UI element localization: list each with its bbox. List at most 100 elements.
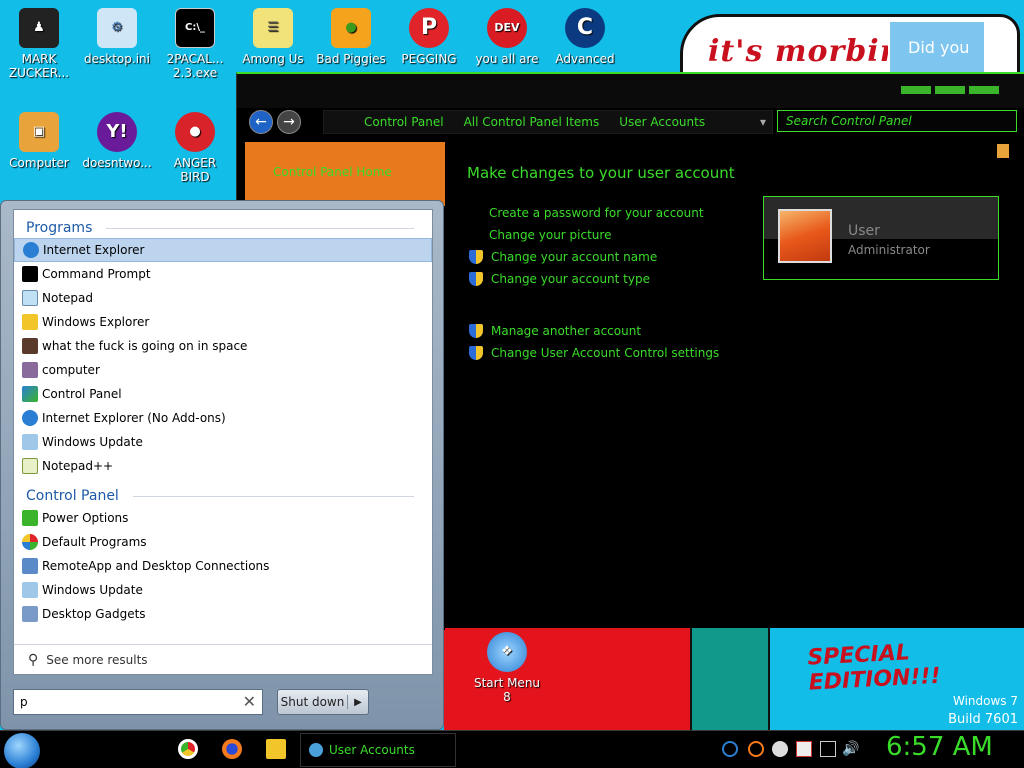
desktop-icon-you-all-are[interactable]: DEV you all are bbox=[470, 8, 544, 66]
network-icon[interactable] bbox=[820, 741, 836, 757]
desktop-icon-start-menu-8[interactable]: ❖ Start Menu 8 bbox=[470, 632, 544, 704]
desktop-icon-advanced[interactable]: C Advanced bbox=[548, 8, 622, 66]
clear-search-icon[interactable]: ✕ bbox=[243, 692, 256, 711]
pig-icon: ● bbox=[331, 8, 371, 48]
chevron-right-icon[interactable]: ▶ bbox=[348, 697, 368, 708]
help-icon[interactable] bbox=[997, 144, 1009, 158]
action-center-icon[interactable] bbox=[796, 741, 812, 757]
desktop-icon-among-us[interactable]: ☰ Among Us bbox=[236, 8, 310, 66]
desktop-icon-computer[interactable]: ▣ Computer bbox=[2, 112, 76, 170]
breadcrumb-control-panel[interactable]: Control Panel bbox=[364, 115, 444, 129]
see-more-results-link[interactable]: ⚲ See more results bbox=[14, 644, 432, 674]
folder-icon[interactable] bbox=[266, 739, 286, 759]
wallpaper-didyou: Did you bbox=[888, 20, 986, 78]
cp-item-power-options[interactable]: Power Options bbox=[14, 506, 432, 530]
search-icon[interactable] bbox=[748, 741, 764, 757]
image-icon bbox=[22, 362, 38, 378]
c-logo-icon[interactable] bbox=[722, 741, 738, 757]
shield-icon bbox=[469, 250, 483, 264]
program-item-ie-no-addons[interactable]: Internet Explorer (No Add-ons) bbox=[14, 406, 432, 430]
taskbar: User Accounts 🔊 6:57 AM bbox=[0, 730, 1024, 768]
messenger-icon[interactable] bbox=[772, 741, 788, 757]
chrome-icon[interactable] bbox=[178, 739, 198, 759]
link-change-name[interactable]: Change your account name bbox=[467, 246, 735, 268]
program-item-space[interactable]: what the fuck is going on in space bbox=[14, 334, 432, 358]
clock[interactable]: 6:57 AM bbox=[886, 732, 993, 762]
firefox-icon[interactable] bbox=[222, 739, 242, 759]
start-button[interactable] bbox=[4, 733, 40, 768]
control-panel-icon bbox=[22, 386, 38, 402]
link-change-picture[interactable]: Change your picture bbox=[467, 224, 735, 246]
program-item-command-prompt[interactable]: Command Prompt bbox=[14, 262, 432, 286]
users-icon bbox=[309, 743, 323, 757]
default-programs-icon bbox=[22, 534, 38, 550]
program-item-windows-update[interactable]: Windows Update bbox=[14, 430, 432, 454]
internet-explorer-icon bbox=[22, 410, 38, 426]
desktop-icon-anger-bird[interactable]: ● ANGER BIRD bbox=[158, 112, 232, 184]
build-number: Build 7601 bbox=[948, 712, 1018, 727]
desktop-icon-pegging[interactable]: P PEGGING bbox=[392, 8, 466, 66]
program-item-internet-explorer[interactable]: Internet Explorer bbox=[14, 238, 432, 262]
yahoo-icon: Y! bbox=[97, 112, 137, 152]
user-account-card: User Administrator bbox=[763, 196, 999, 280]
letter-p-icon: P bbox=[409, 8, 449, 48]
cp-item-desktop-gadgets[interactable]: Desktop Gadgets bbox=[14, 602, 432, 626]
link-uac-settings[interactable]: Change User Account Control settings bbox=[467, 342, 735, 364]
window-titlebar bbox=[237, 74, 1024, 108]
image-icon bbox=[22, 338, 38, 354]
windows-orb-icon: ❖ bbox=[487, 632, 527, 672]
link-change-type[interactable]: Change your account type bbox=[467, 268, 735, 290]
program-item-notepad[interactable]: Notepad bbox=[14, 286, 432, 310]
page-title: Make changes to your user account bbox=[467, 164, 735, 182]
shutdown-button[interactable]: Shut down ▶ bbox=[277, 689, 369, 715]
close-button[interactable] bbox=[969, 86, 999, 94]
remote-desktop-icon bbox=[22, 558, 38, 574]
program-item-control-panel[interactable]: Control Panel bbox=[14, 382, 432, 406]
program-item-computer[interactable]: computer bbox=[14, 358, 432, 382]
desktop-icon-desktop-ini[interactable]: ⚙ desktop.ini bbox=[80, 8, 154, 66]
cp-item-default-programs[interactable]: Default Programs bbox=[14, 530, 432, 554]
link-manage-another[interactable]: Manage another account bbox=[467, 320, 735, 342]
start-menu-results: Programs Internet Explorer Command Promp… bbox=[13, 209, 433, 675]
program-item-windows-explorer[interactable]: Windows Explorer bbox=[14, 310, 432, 334]
address-bar: ← → Control Panel All Control Panel Item… bbox=[245, 110, 1024, 136]
start-search-input[interactable]: p ✕ bbox=[13, 689, 263, 715]
cp-item-windows-update[interactable]: Windows Update bbox=[14, 578, 432, 602]
maximize-button[interactable] bbox=[935, 86, 965, 94]
shield-icon bbox=[469, 272, 483, 286]
chevron-down-icon[interactable]: ▾ bbox=[760, 115, 766, 129]
desktop-icon-mark-zucker[interactable]: ♟ MARK ZUCKER... bbox=[2, 8, 76, 80]
forward-button[interactable]: → bbox=[277, 110, 301, 134]
desktop-icon-doesntwo[interactable]: Y! doesntwo... bbox=[80, 112, 154, 170]
desktop-icon-2pacal[interactable]: C:\_ 2PACAL... 2.3.exe bbox=[158, 8, 232, 80]
breadcrumb-user-accounts[interactable]: User Accounts bbox=[619, 115, 705, 129]
console-icon bbox=[22, 266, 38, 282]
volume-icon[interactable]: 🔊 bbox=[842, 741, 859, 757]
nav-control-panel-home[interactable]: Control Panel Home bbox=[273, 154, 445, 190]
link-create-password[interactable]: Create a password for your account bbox=[467, 202, 735, 224]
search-input[interactable]: Search Control Panel bbox=[777, 110, 1017, 132]
section-header-control-panel: Control Panel bbox=[14, 478, 432, 506]
nav-orange-panel: Control Panel Home Manage your credentia… bbox=[245, 142, 445, 215]
computer-icon: ▣ bbox=[19, 112, 59, 152]
console-icon: C:\_ bbox=[175, 8, 215, 48]
user-role: Administrator bbox=[848, 243, 930, 257]
folder-icon bbox=[22, 314, 38, 330]
user-name: User bbox=[848, 223, 880, 239]
notepadpp-icon bbox=[22, 458, 38, 474]
breadcrumb-all-items[interactable]: All Control Panel Items bbox=[464, 115, 600, 129]
wallpaper-special-text: SPECIAL EDITION!!! bbox=[806, 640, 942, 696]
section-header-programs: Programs bbox=[14, 210, 432, 238]
taskbar-item-user-accounts[interactable]: User Accounts bbox=[300, 733, 456, 767]
notepad-icon bbox=[22, 290, 38, 306]
desktop-icon-bad-piggies[interactable]: ● Bad Piggies bbox=[314, 8, 388, 66]
angry-bird-icon: ● bbox=[175, 112, 215, 152]
minimize-button[interactable] bbox=[901, 86, 931, 94]
os-name: Windows 7 bbox=[952, 694, 1018, 708]
program-item-notepadpp[interactable]: Notepad++ bbox=[14, 454, 432, 478]
back-button[interactable]: ← bbox=[249, 110, 273, 134]
settings-file-icon: ⚙ bbox=[97, 8, 137, 48]
avatar bbox=[778, 209, 832, 263]
internet-explorer-icon bbox=[23, 242, 39, 258]
cp-item-remoteapp[interactable]: RemoteApp and Desktop Connections bbox=[14, 554, 432, 578]
